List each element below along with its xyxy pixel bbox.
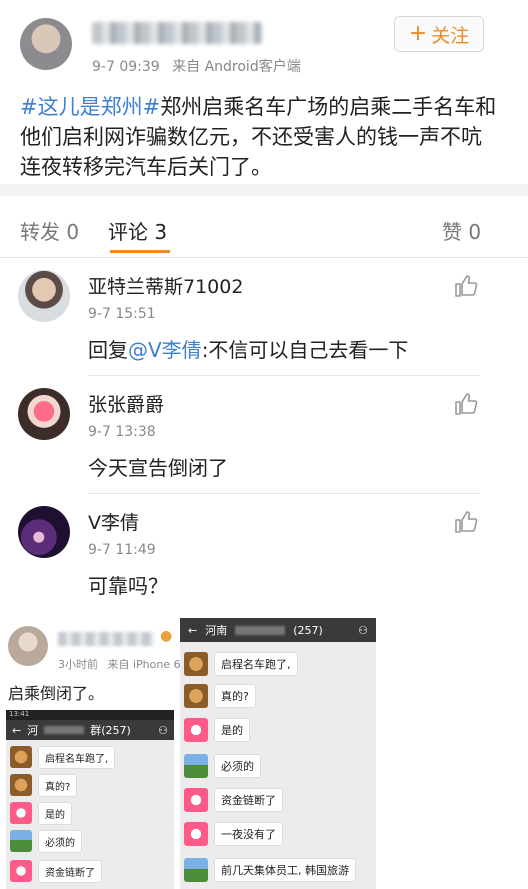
chat-bubble: 启程名车跑了, bbox=[214, 652, 298, 676]
thumbs-up-icon[interactable] bbox=[454, 392, 478, 416]
post-meta: 9-7 09:39 来自 Android客户端 bbox=[92, 56, 301, 76]
chat-title: 河 bbox=[27, 724, 39, 737]
chat-screenshot-large: ← 河南 (257) ⚇ 启程名车跑了, 真的? 是的 必须的 资金链断了 一夜… bbox=[180, 618, 376, 889]
chat-title-redacted bbox=[235, 625, 286, 635]
comment-item: V李倩 9-7 11:49 可靠吗？ bbox=[0, 494, 528, 612]
chat-avatar bbox=[184, 754, 208, 778]
commenter-avatar[interactable] bbox=[18, 270, 70, 322]
interaction-tabs: 转发 0 评论 3 赞 0 bbox=[0, 196, 528, 256]
mention-link[interactable]: @V李倩 bbox=[128, 338, 202, 362]
follow-button[interactable]: + 关注 bbox=[394, 16, 484, 52]
embedded-poster-avatar bbox=[8, 626, 48, 666]
chat-avatar bbox=[184, 788, 208, 812]
chat-message: 是的 bbox=[184, 718, 250, 742]
commenter-name[interactable]: V李倩 bbox=[88, 508, 139, 535]
chat-bubble: 资金链断了 bbox=[214, 788, 283, 812]
chat-avatar bbox=[10, 802, 32, 824]
chat-bubble: 必须的 bbox=[214, 754, 261, 778]
comment-text: 今天宣告倒闭了 bbox=[88, 456, 228, 480]
comment-item: 亚特兰蒂斯71002 9-7 15:51 回复@V李倩:不信可以自己去看一下 bbox=[0, 258, 528, 376]
chat-avatar bbox=[10, 860, 32, 882]
group-members-icon: ⚇ bbox=[158, 723, 168, 737]
chat-bubble: 一夜没有了 bbox=[214, 822, 283, 846]
chat-avatar bbox=[184, 822, 208, 846]
embedded-post-text: 启乘倒闭了。 bbox=[8, 684, 105, 703]
embedded-post-meta: 3小时前 来自 iPhone 6 bbox=[58, 656, 181, 672]
comment-time: 9-7 11:49 bbox=[88, 542, 156, 558]
chat-bubble: 真的? bbox=[214, 684, 256, 708]
follow-label: 关注 bbox=[431, 24, 470, 47]
screenshot-collage: ● 3小时前 来自 iPhone 6 启乘倒闭了。 13:41 ← 河 群(25… bbox=[0, 610, 528, 889]
status-bar: 13:41 bbox=[6, 710, 174, 720]
comment-item: 张张爵爵 9-7 13:38 今天宣告倒闭了 bbox=[0, 376, 528, 494]
chat-message: 资金链断了 bbox=[184, 788, 283, 812]
embedded-poster-name-redacted bbox=[58, 632, 154, 646]
post-header: 9-7 09:39 来自 Android客户端 + 关注 bbox=[0, 0, 528, 86]
commenter-avatar[interactable] bbox=[18, 506, 70, 558]
chat-message: 前几天集体员工, 韩国旅游 bbox=[184, 858, 356, 882]
tab-like[interactable]: 赞 0 bbox=[442, 216, 481, 245]
chat-header: ← 河南 (257) ⚇ bbox=[180, 618, 376, 642]
hashtag-link[interactable]: #这儿是郑州# bbox=[20, 95, 160, 119]
post-source: 来自 Android客户端 bbox=[172, 59, 301, 75]
poster-avatar[interactable] bbox=[20, 18, 72, 70]
chat-message: 必须的 bbox=[10, 830, 82, 853]
comment-time: 9-7 15:51 bbox=[88, 306, 156, 322]
commenter-name[interactable]: 亚特兰蒂斯71002 bbox=[88, 272, 243, 299]
chat-bubble: 前几天集体员工, 韩国旅游 bbox=[214, 858, 356, 882]
plus-icon: + bbox=[408, 21, 428, 46]
chat-bubble: 必须的 bbox=[38, 830, 82, 853]
chat-message: 启程名车跑了, bbox=[10, 746, 116, 769]
chat-message: 真的? bbox=[10, 774, 78, 797]
chat-bubble: 是的 bbox=[214, 718, 250, 742]
back-arrow-icon: ← bbox=[12, 723, 22, 737]
chat-message: 启程名车跑了, bbox=[184, 652, 298, 676]
tab-comment[interactable]: 评论 3 bbox=[108, 216, 167, 245]
post-body: #这儿是郑州#郑州启乘名车广场的启乘二手名车和他们启利网诈骗数亿元，不还受害人的… bbox=[20, 92, 498, 182]
active-tab-indicator bbox=[110, 250, 170, 253]
comment-body: :不信可以自己去看一下 bbox=[201, 338, 409, 362]
chat-avatar bbox=[184, 858, 208, 882]
chat-avatar bbox=[184, 684, 208, 708]
chat-avatar bbox=[10, 746, 32, 768]
group-members-icon: ⚇ bbox=[358, 623, 368, 637]
chat-title: 河南 bbox=[205, 624, 228, 637]
chat-message: 一夜没有了 bbox=[184, 822, 283, 846]
commenter-avatar[interactable] bbox=[18, 388, 70, 440]
comment-text: 回复@V李倩:不信可以自己去看一下 bbox=[88, 334, 408, 363]
chat-member-count: (257) bbox=[293, 623, 323, 637]
chat-header: ← 河 群(257) ⚇ bbox=[6, 720, 174, 740]
chat-screenshot-small: 13:41 ← 河 群(257) ⚇ 启程名车跑了, 真的? 是的 必须的 资金… bbox=[6, 710, 174, 889]
embedded-post: ● 3小时前 来自 iPhone 6 启乘倒闭了。 13:41 ← 河 群(25… bbox=[0, 610, 181, 889]
chat-avatar bbox=[184, 718, 208, 742]
chat-bubble: 启程名车跑了, bbox=[38, 746, 116, 769]
embedded-post-source: 来自 iPhone 6 bbox=[107, 658, 181, 671]
poster-name-redacted[interactable] bbox=[92, 22, 262, 44]
chat-bubble: 是的 bbox=[38, 802, 72, 825]
chat-message: 真的? bbox=[184, 684, 256, 708]
thumbs-up-icon[interactable] bbox=[454, 274, 478, 298]
comment-text: 可靠吗？ bbox=[88, 574, 168, 598]
chat-bubble: 真的? bbox=[38, 774, 78, 797]
chat-avatar bbox=[10, 830, 32, 852]
chat-message: 必须的 bbox=[184, 754, 261, 778]
hot-balloon-icon: ● bbox=[160, 628, 173, 644]
chat-bubble: 资金链断了 bbox=[38, 860, 102, 883]
commenter-name[interactable]: 张张爵爵 bbox=[88, 390, 164, 417]
chat-member-count: 群(257) bbox=[90, 724, 131, 737]
back-arrow-icon: ← bbox=[188, 623, 198, 637]
chat-avatar bbox=[10, 774, 32, 796]
chat-message: 是的 bbox=[10, 802, 72, 825]
comment-time: 9-7 13:38 bbox=[88, 424, 156, 440]
section-divider bbox=[0, 184, 528, 196]
tab-repost[interactable]: 转发 0 bbox=[20, 216, 79, 245]
thumbs-up-icon[interactable] bbox=[454, 510, 478, 534]
chat-avatar bbox=[184, 652, 208, 676]
embedded-post-time: 3小时前 bbox=[58, 658, 98, 671]
reply-prefix: 回复 bbox=[88, 338, 128, 362]
chat-title-redacted bbox=[44, 726, 85, 734]
chat-message: 资金链断了 bbox=[10, 860, 102, 883]
post-time: 9-7 09:39 bbox=[92, 59, 160, 75]
